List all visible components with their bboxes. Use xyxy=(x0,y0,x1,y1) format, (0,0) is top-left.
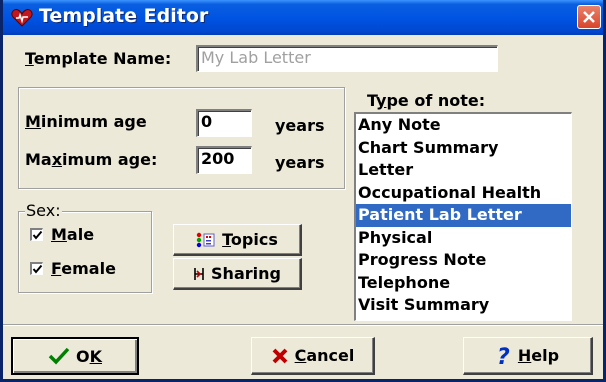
type-of-note-accel: y xyxy=(376,91,387,110)
type-of-note-label-pre: T xyxy=(367,91,377,110)
maximum-age-label-rest: imum age: xyxy=(62,150,158,169)
ok-accel: K xyxy=(89,346,102,366)
topics-accel: T xyxy=(222,230,231,249)
template-name-field[interactable]: My Lab Letter xyxy=(196,45,498,72)
close-icon xyxy=(583,11,595,23)
checkmark-icon xyxy=(48,347,70,365)
topics-dots-icon xyxy=(196,232,216,248)
list-item[interactable]: Progress Note xyxy=(356,249,571,272)
minimum-age-label: Minimum age xyxy=(25,112,147,131)
note-type-list: Any Note Chart Summary Letter Occupational … xyxy=(356,114,571,317)
male-label-rest: ale xyxy=(66,225,95,244)
close-button[interactable] xyxy=(577,5,601,29)
maximum-age-value: 200 xyxy=(201,149,235,168)
list-item[interactable]: Chart Summary xyxy=(356,137,571,160)
topics-label-rest: opics xyxy=(230,230,278,249)
list-item[interactable]: Visit Summary xyxy=(356,294,571,317)
female-accel: F xyxy=(51,259,62,278)
maximum-age-label-pre: Ma xyxy=(25,150,52,169)
bottom-separator xyxy=(3,324,603,326)
male-checkbox[interactable] xyxy=(30,228,43,241)
minimum-age-value: 0 xyxy=(201,112,213,131)
template-name-label-rest: emplate Name: xyxy=(33,49,172,68)
window-title: Template Editor xyxy=(39,5,209,27)
x-mark-icon xyxy=(271,347,289,365)
note-type-listbox[interactable]: Any Note Chart Summary Letter Occupational … xyxy=(354,112,572,321)
list-item[interactable]: Letter xyxy=(356,159,571,182)
minimum-age-label-rest: inimum age xyxy=(40,112,147,131)
title-bar[interactable]: Template Editor xyxy=(3,0,603,35)
list-item[interactable]: Occupational Health xyxy=(356,182,571,205)
sharing-bracket-icon xyxy=(193,266,205,282)
help-label-rest: elp xyxy=(531,346,560,365)
topics-label: Topics xyxy=(222,230,278,249)
cancel-accel: C xyxy=(294,346,307,365)
ok-label-pre: O xyxy=(75,346,90,366)
checkmark-icon xyxy=(32,230,43,240)
question-mark-icon: ? xyxy=(496,345,512,367)
sex-group xyxy=(18,211,152,293)
maximum-age-field[interactable]: 200 xyxy=(196,146,252,174)
ok-button[interactable]: OK xyxy=(11,337,139,375)
help-button[interactable]: ? Help xyxy=(463,337,593,375)
checkmark-icon xyxy=(32,264,43,274)
cancel-label: Cancel xyxy=(295,346,355,365)
template-name-value: My Lab Letter xyxy=(201,48,311,67)
age-group xyxy=(18,87,345,189)
ok-label: OK xyxy=(76,347,102,366)
female-checkbox[interactable] xyxy=(30,262,43,275)
maximum-age-unit: years xyxy=(275,153,325,172)
maximum-age-accel: x xyxy=(51,150,63,169)
list-item[interactable]: Physical xyxy=(356,227,571,250)
type-of-note-label-rest: pe of note: xyxy=(386,91,486,110)
type-of-note-label: Type of note: xyxy=(367,91,485,110)
cancel-label-rest: ancel xyxy=(306,346,355,365)
list-item[interactable]: Patient Lab Letter xyxy=(356,204,571,227)
topics-button[interactable]: Topics xyxy=(173,224,302,256)
female-label-rest: emale xyxy=(61,259,116,278)
male-accel: M xyxy=(51,225,67,244)
sharing-label: Sharing xyxy=(211,264,281,283)
list-item[interactable]: Telephone xyxy=(356,272,571,295)
list-item[interactable]: Any Note xyxy=(356,114,571,137)
help-label: Help xyxy=(518,346,559,365)
minimum-age-field[interactable]: 0 xyxy=(196,109,252,137)
help-accel: H xyxy=(517,346,532,365)
minimum-age-unit: years xyxy=(275,116,325,135)
minimum-age-accel: M xyxy=(25,112,41,131)
cancel-button[interactable]: Cancel xyxy=(251,337,375,375)
female-label[interactable]: Female xyxy=(51,259,116,278)
sharing-button[interactable]: Sharing xyxy=(173,258,302,290)
template-name-label-accel: T xyxy=(25,49,34,68)
template-editor-window: Template Editor Template Name: My Lab Le… xyxy=(0,0,606,382)
svg-text:?: ? xyxy=(497,345,510,367)
sex-group-legend: Sex: xyxy=(25,201,62,220)
male-label[interactable]: Male xyxy=(51,225,94,244)
maximum-age-label: Maximum age: xyxy=(25,150,157,169)
template-name-label: Template Name: xyxy=(25,49,171,68)
heart-icon xyxy=(11,8,33,28)
